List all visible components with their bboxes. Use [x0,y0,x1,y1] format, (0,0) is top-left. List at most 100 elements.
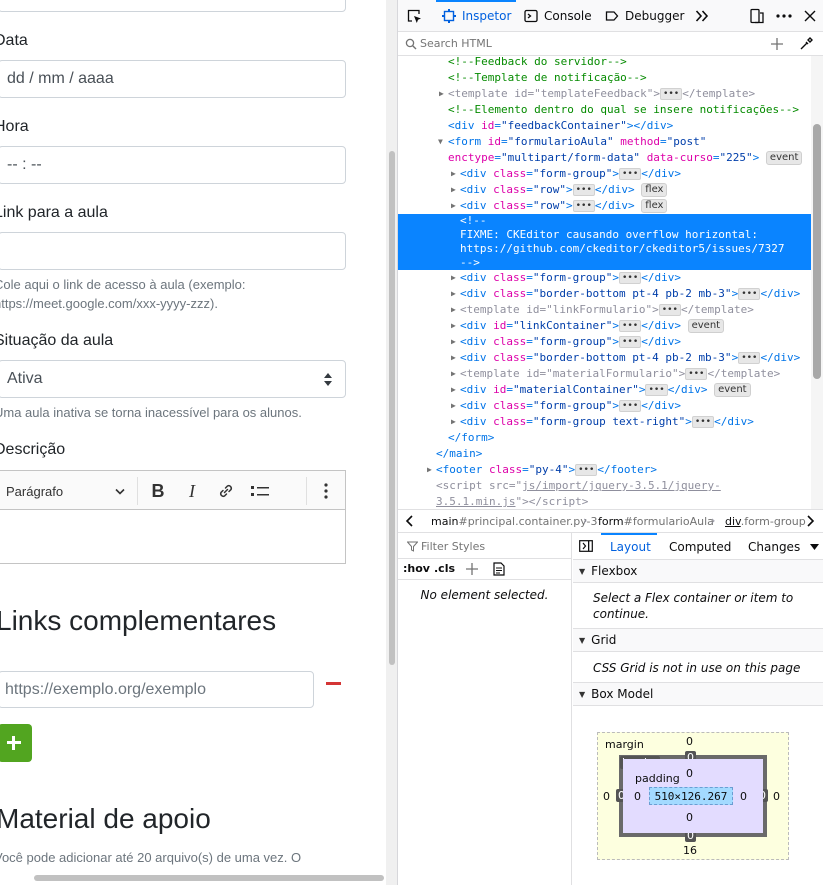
grid-section-header[interactable]: ▼ Grid [573,628,823,652]
box-model-section-header[interactable]: ▼ Box Model [573,682,823,706]
options-button[interactable] [776,0,792,32]
margin-top-value[interactable]: 0 [686,735,693,748]
collapsed-content-icon[interactable]: ••• [618,336,642,348]
tab-debugger[interactable]: Debugger [605,0,684,32]
expand-triangle-icon[interactable]: ▶ [427,462,432,478]
event-badge[interactable]: event [687,319,725,333]
flexbox-section-header[interactable]: ▼ Flexbox [573,559,823,583]
markup-line[interactable]: ▶ <div id="materialContainer"> ••• </div> e… [398,382,812,398]
chevron-left-icon[interactable] [404,515,414,527]
page-horizontal-scroll-thumb[interactable] [34,875,384,881]
expand-triangle-icon[interactable]: ▶ [451,270,456,286]
more-tools-button[interactable] [314,479,338,503]
page-vertical-scroll-thumb[interactable] [389,151,395,665]
expand-triangle-icon[interactable]: ▶ [451,350,456,366]
html-search-input[interactable] [420,35,720,52]
expand-triangle-icon[interactable]: ▶ [451,182,456,198]
tab-console[interactable]: Console [524,0,592,32]
time-input[interactable]: -- : -- [0,146,346,184]
markup-line[interactable]: ▶ <div class="form-group"> ••• </div> [398,270,812,286]
collapsed-content-icon[interactable]: ••• [645,384,668,396]
box-model-content-size[interactable]: 510×126.267 [649,787,733,805]
markup-line[interactable]: ▶ <template id="materialFormulario"> ••• </… [398,366,812,382]
padding-left-value[interactable]: 0 [634,790,641,803]
markup-line[interactable]: <script src="js/import/jquery-3.5.1/jque… [398,478,812,494]
markup-line[interactable]: <!--Feedback do servidor--> [398,56,812,70]
expand-triangle-icon[interactable]: ▶ [451,366,456,382]
dropdown-arrow-icon[interactable] [810,544,819,550]
markup-line[interactable]: ▶ <footer class="py-4"> ••• </footer> [398,462,812,478]
collapsed-content-icon[interactable]: ••• [575,464,598,476]
more-tabs-button[interactable] [695,0,709,32]
expand-triangle-icon[interactable]: ▶ [451,382,456,398]
collapsed-content-icon[interactable]: ••• [572,184,595,196]
hov-toggle[interactable]: :hov [403,562,430,575]
collapsed-content-icon[interactable]: ••• [572,200,595,212]
bulleted-list-button[interactable] [248,479,272,503]
bold-button[interactable]: B [146,479,170,503]
add-link-button[interactable] [0,724,32,762]
markup-line[interactable]: ▶ <div class="form-group"> ••• </div> [398,166,812,182]
collapsed-content-icon[interactable]: ••• [618,168,642,180]
extra-link-input[interactable]: https://exemplo.org/exemplo [0,671,314,708]
markup-line[interactable]: ▶ <div class="border-bottom pt-4 pb-2 mb-… [398,350,812,366]
heading-dropdown[interactable]: Parágrafo [0,479,132,503]
tab-changes[interactable]: Changes [748,535,800,559]
collapsed-content-icon[interactable]: ••• [691,416,715,428]
script-src-link[interactable]: js/import/jquery-3.5.1/jquery- [522,479,721,492]
padding-right-value[interactable]: 0 [740,790,747,803]
flex-badge[interactable]: flex [641,199,668,213]
expand-triangle-icon[interactable]: ▶ [451,302,456,318]
link-button[interactable] [214,479,238,503]
margin-bottom-value[interactable]: 16 [683,844,697,857]
collapsed-content-icon[interactable]: ••• [738,352,761,364]
margin-left-value[interactable]: 0 [603,790,610,803]
collapsed-content-icon[interactable]: ••• [738,288,761,300]
event-badge[interactable]: event [714,383,751,397]
expand-triangle-icon[interactable]: ▶ [451,286,456,302]
flex-badge[interactable]: flex [641,183,668,197]
collapse-triangle-icon[interactable]: ▼ [438,134,443,150]
markup-line[interactable]: ▶ <div class="form-group"> ••• </div> [398,334,812,350]
collapsed-content-icon[interactable]: ••• [618,400,642,412]
expand-triangle-icon[interactable]: ▶ [439,86,444,102]
markup-line[interactable]: ▶ <template id="templateFeedback"> ••• </te… [398,86,812,102]
markup-line[interactable]: enctype="multipart/form-data" data-curso… [398,150,812,166]
toggle-sidebar-icon[interactable] [579,540,593,552]
print-media-icon[interactable] [493,562,505,576]
responsive-mode-button[interactable] [749,0,765,32]
markup-line[interactable]: ▶ <div class="form-group text-right"> ••• <… [398,414,812,430]
link-input[interactable] [0,232,346,270]
markup-line[interactable]: ▶ <div id="linkContainer"> ••• </div> event [398,318,812,334]
tab-computed[interactable]: Computed [669,535,731,559]
collapsed-content-icon[interactable]: ••• [618,320,642,332]
expand-triangle-icon[interactable]: ▶ [451,398,456,414]
breadcrumb-form[interactable]: form#formularioAula [598,515,714,528]
prior-field[interactable] [0,0,346,12]
expand-triangle-icon[interactable]: ▶ [451,414,456,430]
breadcrumb-main[interactable]: main#principal.container.py-3 [431,515,598,528]
collapsed-content-icon[interactable]: ••• [685,368,708,380]
markup-line[interactable]: ▶ <div class="border-bottom pt-4 pb-2 mb-… [398,286,812,302]
filter-styles-input[interactable] [421,538,561,554]
breadcrumb-div[interactable]: div.form-group [725,515,806,528]
expand-triangle-icon[interactable]: ▶ [451,166,456,182]
markup-line[interactable]: </form> [398,430,812,446]
collapsed-content-icon[interactable]: ••• [659,88,683,100]
markup-line[interactable]: ▶ <div class="row"> ••• </div> flex [398,198,812,214]
cls-toggle[interactable]: .cls [434,562,455,575]
situacao-select[interactable]: Ativa [0,360,346,398]
italic-button[interactable]: I [180,479,204,503]
markup-line[interactable]: 3.5.1.min.js"></script> [398,494,812,509]
selected-markup-line[interactable]: <!-- FIXME: CKEditor causando overflow h… [398,214,812,270]
markup-line[interactable]: </main> [398,446,812,462]
markup-line[interactable]: ▼ <form id="formularioAula" method="post" [398,134,812,150]
markup-line[interactable]: <!--Template de notificação--> [398,70,812,86]
markup-line[interactable]: ▶ <div class="row"> ••• </div> flex [398,182,812,198]
markup-scroll-thumb[interactable] [813,124,821,379]
chevron-right-icon[interactable] [806,515,816,527]
expand-triangle-icon[interactable]: ▶ [451,334,456,350]
markup-line[interactable]: <div id="feedbackContainer"></div> [398,118,812,134]
editor-content-area[interactable] [0,509,346,564]
expand-triangle-icon[interactable]: ▶ [451,198,456,214]
